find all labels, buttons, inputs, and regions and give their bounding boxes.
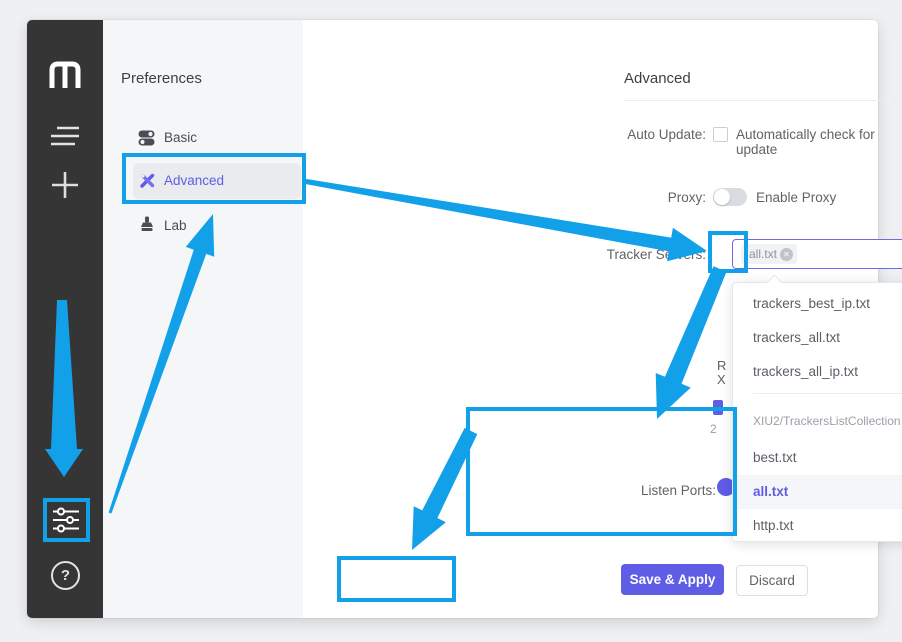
annotation-box-save bbox=[337, 556, 456, 602]
toggles-icon bbox=[138, 130, 155, 146]
tracker-servers-label: Tracker Servers: bbox=[506, 247, 706, 262]
annotation-box-advanced bbox=[122, 153, 306, 204]
option-label: all.txt bbox=[733, 475, 902, 509]
dropdown-option-selected[interactable]: all.txt bbox=[733, 475, 902, 509]
page-title: Advanced bbox=[624, 70, 691, 87]
selected-tracker-tag: all.txt ✕ bbox=[741, 244, 797, 264]
add-task-icon[interactable] bbox=[50, 170, 80, 200]
preferences-title: Preferences bbox=[121, 70, 202, 87]
dropdown-group-label: XIU2/TrackersListCollection bbox=[733, 411, 902, 431]
app-window: ? Preferences Basic Advanced bbox=[27, 20, 878, 618]
dropdown-option[interactable]: http.txt bbox=[733, 509, 902, 543]
proxy-toggle-label: Enable Proxy bbox=[756, 190, 836, 205]
sidebar-item-basic[interactable]: Basic bbox=[103, 120, 303, 156]
proxy-label: Proxy: bbox=[506, 190, 706, 205]
proxy-toggle[interactable] bbox=[713, 188, 747, 206]
title-divider bbox=[624, 100, 902, 101]
main-content: Advanced Auto Update: Automatically chec… bbox=[303, 20, 878, 618]
auto-update-checkbox-label[interactable]: Automatically check for update bbox=[736, 127, 878, 157]
tag-label: all.txt bbox=[749, 247, 777, 261]
sidebar-item-lab[interactable]: Lab bbox=[103, 208, 303, 244]
tracker-dropdown: trackers_best_ip.txt trackers_all.txt tr… bbox=[732, 282, 902, 542]
option-label: best.txt bbox=[733, 441, 902, 475]
sidebar-item-label: Lab bbox=[164, 218, 187, 233]
annotation-box-chevron bbox=[708, 231, 748, 273]
preferences-panel: Preferences Basic Advanced bbox=[103, 20, 303, 618]
help-icon[interactable]: ? bbox=[51, 561, 80, 590]
tag-remove-icon[interactable]: ✕ bbox=[780, 248, 793, 261]
hint-fragment: X bbox=[717, 372, 726, 387]
auto-update-label: Auto Update: bbox=[506, 127, 706, 142]
option-label: trackers_all_ip.txt bbox=[733, 355, 902, 389]
option-label: trackers_all.txt bbox=[733, 321, 902, 355]
option-label: http.txt bbox=[733, 509, 902, 543]
auto-update-checkbox[interactable] bbox=[713, 127, 728, 142]
toggle-knob bbox=[714, 189, 730, 205]
save-apply-button[interactable]: Save & Apply bbox=[621, 564, 724, 595]
group-label-text: XIU2/TrackersListCollection bbox=[733, 411, 902, 431]
annotation-box-preferences-icon bbox=[43, 498, 90, 542]
hint-fragment: R bbox=[717, 358, 726, 373]
option-label: trackers_best_ip.txt bbox=[733, 287, 902, 321]
annotation-box-dropdown-group bbox=[466, 407, 737, 536]
dropdown-option[interactable]: trackers_best_ip.txt bbox=[733, 287, 902, 321]
tracker-servers-select[interactable]: all.txt ✕ bbox=[732, 239, 902, 269]
sidebar-item-label: Basic bbox=[164, 130, 197, 145]
motrix-logo-icon bbox=[47, 58, 83, 90]
dropdown-divider bbox=[753, 393, 902, 394]
dropdown-option[interactable]: best.txt bbox=[733, 441, 902, 475]
dropdown-option[interactable]: trackers_all.txt bbox=[733, 321, 902, 355]
lab-stamp-icon bbox=[139, 216, 155, 232]
dropdown-option[interactable]: trackers_all_ip.txt bbox=[733, 355, 902, 389]
task-list-icon[interactable] bbox=[50, 125, 80, 147]
discard-button[interactable]: Discard bbox=[736, 565, 808, 596]
